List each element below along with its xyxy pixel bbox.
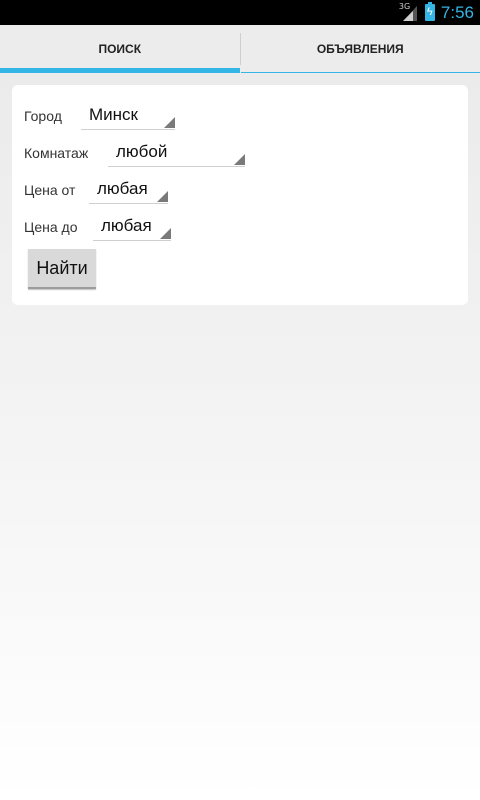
battery-charging-icon: ϟ [424, 2, 435, 21]
price-from-row: Цена от [24, 175, 75, 205]
rooms-spinner[interactable]: любой [108, 137, 245, 167]
dropdown-arrow-icon [164, 117, 175, 128]
status-bar: 3G ϟ 7:56 [0, 0, 480, 25]
city-spinner[interactable]: Минск [81, 100, 175, 130]
city-value: Минск [89, 104, 138, 124]
search-button[interactable]: Найти [28, 249, 96, 289]
price-from-value: любая [97, 178, 148, 198]
rooms-value: любой [116, 141, 168, 161]
rooms-row: Комнатаж [24, 138, 88, 168]
dropdown-arrow-icon [234, 154, 245, 165]
tab-listings[interactable]: ОБЪЯВЛЕНИЯ [240, 25, 480, 73]
tab-search-label: ПОИСК [98, 42, 142, 56]
dropdown-arrow-icon [157, 191, 168, 202]
price-to-spinner[interactable]: любая [93, 211, 171, 241]
price-to-value: любая [101, 215, 152, 235]
signal-icon: 3G [399, 2, 419, 22]
city-row: Город [24, 101, 62, 131]
price-to-row: Цена до [24, 212, 78, 242]
tab-bar: ПОИСК ОБЪЯВЛЕНИЯ [0, 25, 480, 73]
price-to-label: Цена до [24, 219, 78, 235]
price-from-label: Цена от [24, 182, 76, 198]
tab-search[interactable]: ПОИСК [0, 25, 240, 73]
search-form-card: Город Минск Комнатаж любой Цена от любая… [12, 85, 468, 305]
price-from-spinner[interactable]: любая [89, 174, 168, 204]
rooms-label: Комнатаж [24, 145, 89, 161]
dropdown-arrow-icon [160, 228, 171, 239]
city-label: Город [24, 108, 62, 124]
clock: 7:56 [440, 2, 474, 22]
tab-listings-label: ОБЪЯВЛЕНИЯ [316, 42, 404, 56]
